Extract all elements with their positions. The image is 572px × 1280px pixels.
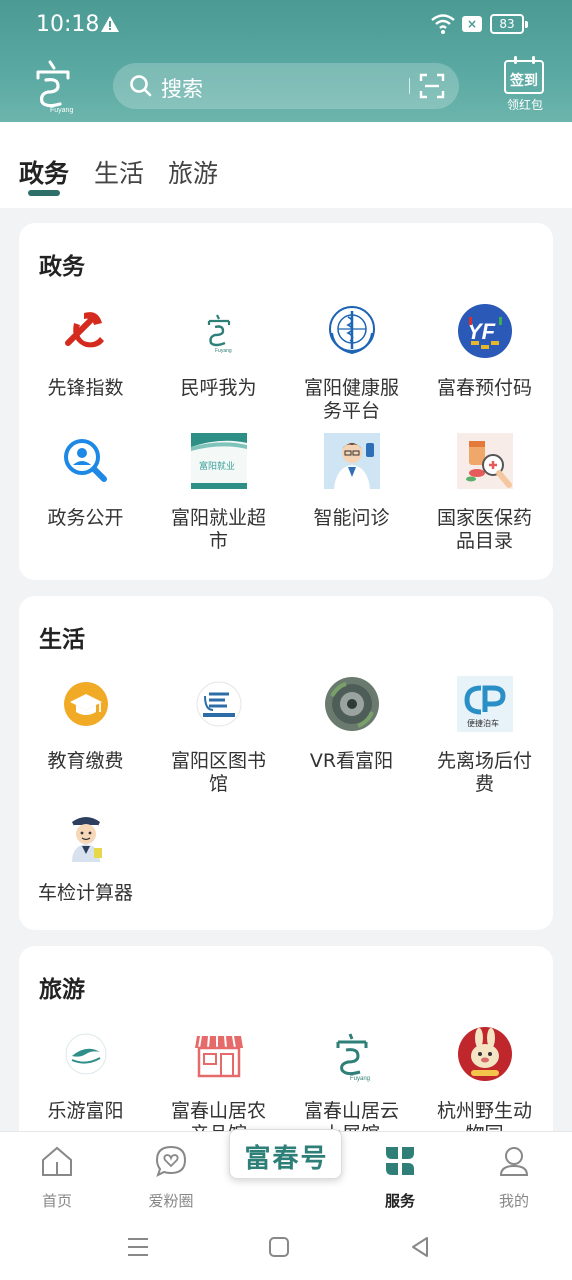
service-label: 富春预付码 (436, 377, 532, 399)
service-health-platform[interactable]: 富阳健康服务平台 (285, 303, 418, 423)
service-fun-travel[interactable]: 乐游富阳 (19, 1026, 152, 1123)
who-emblem-icon (328, 306, 375, 355)
service-smart-consult[interactable]: 智能问诊 (285, 433, 418, 530)
tab-gov[interactable]: 政务 (19, 154, 69, 190)
menu-icon[interactable] (124, 1233, 152, 1261)
tab-life[interactable]: 生活 (94, 154, 144, 190)
search-bar[interactable]: 搜索 (113, 63, 459, 109)
service-library[interactable]: 富阳区图书馆 (152, 676, 285, 796)
employment-banner-icon: 富阳就业 (190, 433, 247, 489)
yf-badge-icon: YF (457, 304, 512, 358)
fuyang-logo-icon: Fuyang (207, 314, 232, 354)
service-vanguard-index[interactable]: 先锋指数 (19, 303, 152, 400)
fuchun-brand-button[interactable]: 富春号 (229, 1129, 342, 1179)
section-title: 旅游 (39, 977, 85, 1003)
service-vr-fuyang[interactable]: VR看富阳 (285, 676, 418, 773)
section-gov: 政务 先锋指数 Fuyang 民呼我为 富阳健康服务平台 YF 富春预付码 政务… (19, 223, 553, 580)
service-wildlife-park[interactable]: 杭州野生动物园 (418, 1026, 551, 1146)
svg-text:便捷泊车: 便捷泊车 (467, 718, 499, 728)
service-label: 国家医保药品目录 (436, 507, 532, 552)
tab-travel[interactable]: 旅游 (168, 154, 218, 190)
warning-icon (101, 16, 119, 32)
rabbit-mascot-icon (457, 1027, 512, 1081)
home-icon (42, 1146, 72, 1176)
service-label: 先离场后付费 (436, 750, 532, 795)
parking-icon: 便捷泊车 (456, 676, 513, 732)
status-bar: 10:18 × 83 (0, 0, 572, 50)
svg-text:Fuyang: Fuyang (50, 107, 73, 114)
service-vehicle-inspection[interactable]: 车检计算器 (19, 808, 152, 905)
doctor-icon (323, 433, 380, 489)
nav-label: 首页 (41, 1192, 72, 1210)
library-logo-icon (196, 681, 241, 727)
checkin-label: 签到 (510, 73, 538, 89)
service-label: 车检计算器 (37, 882, 133, 904)
service-label: 智能问诊 (313, 507, 390, 529)
service-label: 乐游富阳 (47, 1100, 124, 1122)
section-title: 政务 (39, 254, 85, 280)
vr-panorama-icon (324, 677, 379, 731)
home-button-icon[interactable] (265, 1233, 293, 1261)
service-label: 富阳健康服务平台 (303, 377, 399, 422)
party-emblem-icon (64, 312, 104, 348)
service-gov-affairs[interactable]: 政务公开 (19, 433, 152, 530)
heart-bubble-icon (155, 1145, 187, 1177)
tab-indicator (28, 190, 60, 196)
scan-icon[interactable] (419, 73, 445, 99)
graduation-cap-icon (63, 682, 108, 726)
calendar-icon: 签到 (504, 56, 544, 94)
medicine-icon (456, 433, 513, 489)
profile-icon (499, 1147, 529, 1176)
service-label: 民呼我为 (180, 377, 257, 399)
shop-icon (194, 1030, 243, 1078)
sim-off-icon: × (462, 16, 482, 32)
service-cloud-exhibit[interactable]: Fuyang 富春山居云上展馆 (285, 1026, 418, 1146)
service-citizen-call[interactable]: Fuyang 民呼我为 (152, 303, 285, 400)
service-medical-insurance[interactable]: 国家医保药品目录 (418, 433, 551, 553)
svg-text:富阳就业: 富阳就业 (199, 460, 235, 472)
service-parking-pay[interactable]: 便捷泊车 先离场后付费 (418, 676, 551, 796)
checkin-button[interactable]: 签到 领红包 (502, 56, 546, 114)
service-label: 教育缴费 (47, 750, 124, 772)
nav-label: 服务 (384, 1192, 415, 1210)
search-divider (409, 78, 410, 94)
back-icon[interactable] (406, 1233, 434, 1261)
service-label: 富阳就业超市 (170, 507, 266, 552)
checkin-sub-label: 领红包 (506, 98, 543, 112)
wifi-icon (431, 14, 455, 34)
service-label: 先锋指数 (47, 377, 124, 399)
fuyang-logo-icon[interactable]: Fuyang (28, 58, 78, 114)
status-time: 10:18 (36, 12, 100, 37)
nav-label: 我的 (498, 1192, 529, 1210)
header: 10:18 × 83 Fuyang 搜索 签到 领红包 (0, 0, 572, 122)
service-farm-products[interactable]: 富春山居农产品馆 (152, 1026, 285, 1146)
nav-mine[interactable]: 我的 (457, 1144, 571, 1211)
service-prepay-code[interactable]: YF 富春预付码 (418, 303, 551, 400)
system-nav-bar (0, 1213, 572, 1280)
battery-icon: 83 (490, 14, 528, 34)
service-label: VR看富阳 (309, 750, 394, 772)
service-education-fee[interactable]: 教育缴费 (19, 676, 152, 773)
nav-services[interactable]: 服务 (343, 1144, 457, 1211)
boat-logo-icon (65, 1033, 106, 1075)
brand-label: 富春号 (244, 1144, 329, 1174)
section-title: 生活 (39, 627, 85, 653)
service-label: 政务公开 (47, 507, 124, 529)
category-tabs: 政务 生活 旅游 (0, 122, 572, 208)
svg-text:Fuyang: Fuyang (215, 348, 232, 354)
section-life: 生活 教育缴费 富阳区图书馆 VR看富阳 便捷泊车 先离场后付费 车检计算器 (19, 596, 553, 930)
services-icon (386, 1147, 414, 1175)
nav-fan-circle[interactable]: 爱粉圈 (114, 1144, 228, 1211)
service-label: 富阳区图书馆 (170, 750, 266, 795)
fuyang-logo-icon: Fuyang (336, 1033, 370, 1082)
magnifier-person-icon (63, 439, 107, 482)
nav-label: 爱粉圈 (148, 1192, 194, 1210)
nav-home[interactable]: 首页 (0, 1144, 114, 1211)
service-employment[interactable]: 富阳就业 富阳就业超市 (152, 433, 285, 553)
search-placeholder: 搜索 (161, 77, 203, 101)
traffic-police-icon (71, 817, 102, 862)
svg-text:Fuyang: Fuyang (350, 1076, 370, 1082)
search-icon (130, 75, 152, 97)
